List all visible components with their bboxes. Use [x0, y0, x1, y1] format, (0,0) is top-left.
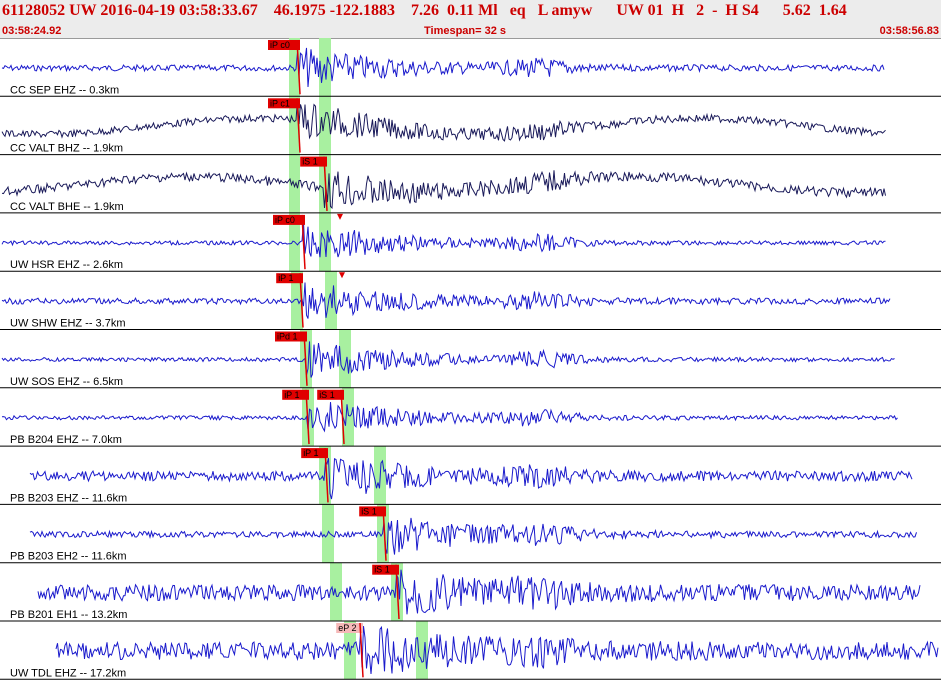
waveform-trace: [29, 457, 913, 500]
pick-label: iS 1: [361, 506, 377, 516]
trace-label: PB B204 EHZ -- 7.0km: [10, 434, 122, 446]
pick-label: iPd 1: [277, 332, 298, 342]
pick-label: iS 1: [374, 565, 390, 575]
waveform-trace: [1, 282, 891, 319]
trace-label: CC VALT BHE -- 1.9km: [10, 201, 124, 213]
theoretical-marker: [339, 272, 345, 279]
waveforms: [1, 47, 939, 674]
pick-label: iP 1: [278, 273, 293, 283]
pick-label: iS 1: [319, 390, 335, 400]
waveform-trace: [1, 99, 886, 142]
header-bar: 61128052 UW 2016-04-19 03:58:33.67 46.19…: [0, 0, 941, 39]
pick-label: iP 1: [303, 448, 318, 458]
trace-label: CC SEP EHZ -- 0.3km: [10, 84, 119, 96]
waveform-trace: [55, 625, 939, 674]
trace-label: CC VALT BHZ -- 1.9km: [10, 143, 123, 155]
waveform-trace: [29, 517, 917, 555]
end-time: 03:58:56.83: [879, 25, 939, 37]
waveform-trace: [37, 569, 921, 615]
trace-label: UW SHW EHZ -- 3.7km: [10, 318, 126, 330]
seismogram-panel[interactable]: iP c0 iP c1 iS 1 iP c0 iP 1 iPd 1 iP 1 iS 1 iP 1…: [0, 38, 941, 700]
timespan-label: Timespan= 32 s: [424, 25, 507, 37]
pick-label: iP c0: [275, 215, 295, 225]
pick-label: iP c1: [270, 98, 290, 108]
pick-label: iS 1: [302, 157, 318, 167]
theoretical-marker: [337, 213, 343, 220]
waveform-trace: [1, 341, 895, 378]
waveform-trace: [1, 47, 885, 88]
start-time: 03:58:24.92: [2, 25, 62, 37]
waveform-trace: [1, 221, 886, 258]
trace-label: UW SOS EHZ -- 6.5km: [10, 376, 123, 388]
trace-label: UW HSR EHZ -- 2.6km: [10, 259, 123, 271]
waveform-trace: [1, 402, 898, 433]
trace-label: PB B203 EH2 -- 11.6km: [10, 551, 127, 563]
pick-label: iP c0: [270, 40, 290, 50]
event-summary: 61128052 UW 2016-04-19 03:58:33.67 46.19…: [2, 2, 847, 19]
trace-label: UW TDL EHZ -- 17.2km: [10, 667, 126, 679]
waveform-trace: [1, 170, 886, 209]
pick-label: eP 2: [338, 623, 356, 633]
trace-label: PB B203 EHZ -- 11.6km: [10, 492, 127, 504]
phase-window: [416, 621, 428, 680]
pick-label: iP 1: [284, 390, 299, 400]
trace-label: PB B201 EH1 -- 13.2km: [10, 609, 127, 621]
